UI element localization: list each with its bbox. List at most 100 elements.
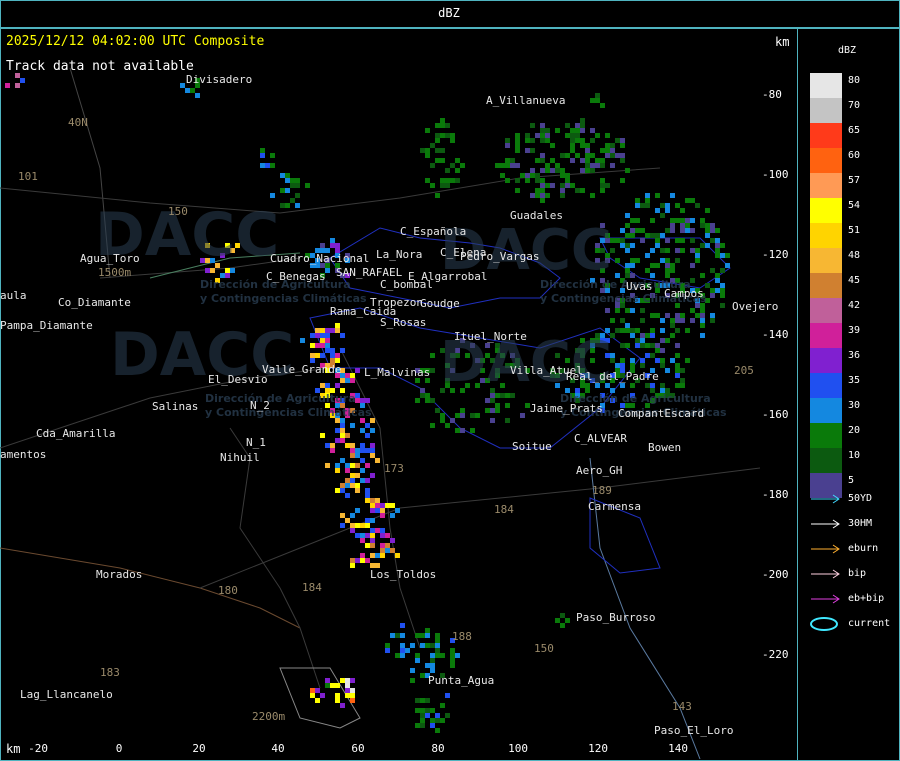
echo-pixel <box>355 508 360 513</box>
echo-pixel <box>355 523 360 528</box>
echo-pixel <box>635 338 640 343</box>
echo-pixel <box>345 693 350 698</box>
echo-pixel <box>345 483 350 488</box>
echo-pixel <box>685 198 690 203</box>
echo-pixel <box>20 78 25 83</box>
echo-pixel <box>705 283 710 288</box>
echo-pixel <box>655 208 660 213</box>
echo-pixel <box>260 148 265 153</box>
echo-pixel <box>340 458 345 463</box>
echo-pixel <box>595 133 600 138</box>
echo-pixel <box>630 383 635 388</box>
echo-pixel <box>665 338 670 343</box>
echo-pixel <box>615 138 620 143</box>
echo-pixel <box>435 653 440 658</box>
echo-pixel <box>540 153 545 158</box>
track-label: eb+bip <box>848 593 885 604</box>
echo-pixel <box>570 133 575 138</box>
echo-pixel <box>390 503 395 508</box>
echo-pixel <box>430 368 435 373</box>
echo-pixel <box>535 178 540 183</box>
echo-pixel <box>650 233 655 238</box>
echo-pixel <box>385 643 390 648</box>
echo-pixel <box>420 388 425 393</box>
echo-pixel <box>435 133 440 138</box>
echo-pixel <box>325 338 330 343</box>
place-label: La_Nora <box>376 248 423 261</box>
echo-pixel <box>440 123 445 128</box>
echo-pixel <box>345 378 350 383</box>
echo-pixel <box>435 148 440 153</box>
echo-pixel <box>665 258 670 263</box>
echo-pixel <box>705 228 710 233</box>
echo-pixel <box>610 318 615 323</box>
echo-pixel <box>370 528 375 533</box>
echo-pixel <box>715 238 720 243</box>
place-label: Salinas <box>152 400 199 413</box>
echo-pixel <box>355 558 360 563</box>
echo-pixel <box>675 318 680 323</box>
echo-pixel <box>460 408 465 413</box>
echo-pixel <box>375 508 380 513</box>
legend-value: 70 <box>848 100 861 111</box>
x-tick-label: 140 <box>668 742 688 755</box>
echo-pixel <box>660 383 665 388</box>
echo-pixel <box>445 693 450 698</box>
echo-pixel <box>310 343 315 348</box>
x-tick-label: 120 <box>588 742 608 755</box>
echo-pixel <box>305 183 310 188</box>
echo-pixel <box>335 328 340 333</box>
echo-pixel <box>325 683 330 688</box>
place-label: Aero_GH <box>576 464 623 477</box>
place-label: 188 <box>452 630 472 643</box>
echo-pixel <box>320 328 325 333</box>
legend-swatch <box>810 173 842 198</box>
echo-pixel <box>550 183 555 188</box>
place-label: C_Benegas <box>266 270 326 283</box>
echo-pixel <box>380 533 385 538</box>
track-label: current <box>848 618 891 629</box>
echo-pixel <box>440 653 445 658</box>
echo-pixel <box>610 148 615 153</box>
echo-pixel <box>560 183 565 188</box>
place-label: Los_Toldos <box>370 568 437 581</box>
legend-value: 48 <box>848 250 861 261</box>
legend-swatch <box>810 323 842 348</box>
echo-pixel <box>675 383 680 388</box>
echo-pixel <box>715 278 720 283</box>
echo-pixel <box>620 328 625 333</box>
echo-pixel <box>400 623 405 628</box>
echo-pixel <box>330 348 335 353</box>
echo-pixel <box>550 143 555 148</box>
echo-pixel <box>680 228 685 233</box>
echo-pixel <box>315 688 320 693</box>
echo-pixel <box>410 643 415 648</box>
echo-pixel <box>435 713 440 718</box>
echo-pixel <box>715 288 720 293</box>
echo-pixel <box>665 268 670 273</box>
echo-pixel <box>435 638 440 643</box>
echo-pixel <box>360 443 365 448</box>
place-label: N_2 <box>250 399 270 412</box>
echo-pixel <box>625 328 630 333</box>
x-tick-label: 60 <box>351 742 365 755</box>
echo-pixel <box>695 203 700 208</box>
echo-pixel <box>590 153 595 158</box>
echo-pixel <box>360 558 365 563</box>
echo-pixel <box>285 173 290 178</box>
echo-pixel <box>530 148 535 153</box>
echo-pixel <box>675 238 680 243</box>
echo-pixel <box>360 523 365 528</box>
echo-pixel <box>495 163 500 168</box>
echo-pixel <box>460 428 465 433</box>
echo-pixel <box>555 618 560 623</box>
echo-pixel <box>340 513 345 518</box>
echo-pixel <box>370 428 375 433</box>
echo-pixel <box>600 158 605 163</box>
km-unit-bottom: km <box>6 742 21 756</box>
echo-pixel <box>440 703 445 708</box>
echo-pixel <box>690 278 695 283</box>
echo-pixel <box>485 408 490 413</box>
legend-value: 51 <box>848 225 861 236</box>
echo-pixel <box>660 328 665 333</box>
